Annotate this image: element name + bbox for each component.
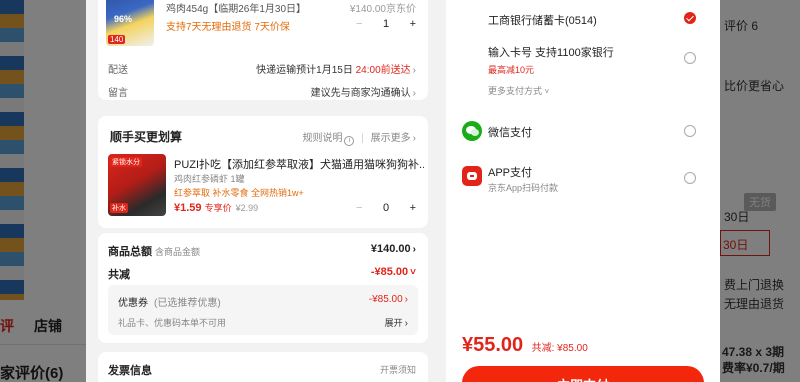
invoice-notice-link[interactable]: 开票须知 — [380, 363, 416, 376]
pay-option-sub: 最高减10元 — [488, 65, 535, 75]
coupon-sub: (已选推荐优惠) — [154, 298, 221, 309]
discount-value[interactable]: -¥85.00 ˅ — [371, 266, 416, 278]
addon-original-price: ¥2.99 — [235, 203, 259, 213]
addon-quantity-stepper: − 0 + — [356, 202, 416, 214]
message-placeholder: 建议先与商家沟通确认 — [310, 88, 411, 99]
discount-amount: -¥85.00 — [370, 266, 409, 278]
invoice-card[interactable]: 发票信息 开票须知 — [98, 352, 428, 382]
discount-label: 共减 — [108, 269, 130, 281]
radio-icon[interactable] — [684, 125, 696, 137]
addon-product-spec: 鸡肉红参磷虾 1罐 — [174, 174, 245, 184]
more-payment-methods[interactable]: 更多支付方式 ˅ — [488, 84, 549, 97]
pay-option-sub: 京东App扫码付款 — [488, 183, 559, 193]
order-panel: 96% 140 鸡肉454g【临期26年1月30日】 ¥140.00京东价 支持… — [86, 0, 446, 382]
chevron-down-icon: ˅ — [410, 267, 416, 278]
addon-image-label: 紧锁水分 — [110, 157, 142, 167]
chevron-right-icon: › — [404, 294, 408, 305]
delivery-value: 快递运输预计1月15日 — [256, 65, 353, 76]
chevron-right-icon: › — [412, 65, 416, 76]
info-icon[interactable]: i — [344, 136, 355, 146]
coupon-value[interactable]: -¥85.00 › — [369, 294, 408, 305]
quantity-stepper: − 1 + — [356, 16, 416, 32]
delivery-info[interactable]: 快递运输预计1月15日 24:00前送达 › — [256, 61, 416, 76]
message-field[interactable]: 建议先与商家沟通确认 › — [311, 84, 416, 99]
product-price-note: 京东价 — [386, 4, 416, 15]
delivery-label: 配送 — [108, 65, 128, 76]
more-payment-label: 更多支付方式 — [488, 86, 543, 96]
addon-price: ¥1.59 专享价 ¥2.99 — [174, 201, 258, 214]
coupon-note: 礼品卡、优惠码本单不可用 — [118, 318, 227, 328]
totals-card: 商品总额 含商品金额 ¥140.00 › 共减 -¥85.00 ˅ 优惠券 (已选推荐优… — [98, 233, 428, 343]
radio-icon[interactable] — [684, 172, 696, 184]
chevron-right-icon: › — [404, 318, 408, 329]
quantity-increase-button[interactable]: + — [410, 18, 416, 30]
addon-links: 规则说明 i | 展示更多 › — [302, 129, 416, 146]
addon-promo: 红参萃取 补水零食 全网热销1w+ — [174, 188, 304, 198]
product-spec: 鸡肉454g【临期26年1月30日】 — [166, 4, 307, 15]
pay-option-app[interactable]: APP支付 京东App扫码付款 — [462, 164, 706, 196]
chevron-right-icon: › — [412, 133, 416, 144]
addon-title: 顺手买更划算 — [110, 130, 183, 144]
addon-price-tag: 专享价 — [204, 203, 232, 213]
addon-increase-button[interactable]: + — [410, 202, 416, 214]
divider: | — [361, 133, 364, 144]
product-thumbnail[interactable]: 96% 140 — [106, 0, 154, 46]
addon-card: 顺手买更划算 规则说明 i | 展示更多 › 紧锁水分 补水 PUZI扑吃【添加红参… — [98, 116, 428, 228]
pay-option-wechat[interactable]: 微信支付 — [462, 122, 706, 142]
final-amount-value: ¥55.00 — [462, 334, 524, 356]
goods-total-sub: 含商品金额 — [155, 247, 201, 257]
coupon-amount: -¥85.00 — [368, 294, 403, 305]
pay-option-label: 微信支付 — [488, 127, 532, 139]
final-discount: 共减: ¥85.00 — [531, 343, 588, 354]
invoice-title: 发票信息 — [108, 365, 152, 377]
expand-button[interactable]: 展开 › — [385, 316, 408, 329]
addon-product-name[interactable]: PUZI扑吃【添加红参萃取液】犬猫通用猫咪狗狗补... — [174, 156, 424, 172]
pay-now-button[interactable]: 立即支付 — [462, 366, 704, 382]
addon-decrease-button[interactable]: − — [356, 202, 362, 214]
product-price-value: ¥140.00 — [349, 4, 386, 15]
payment-panel: 工商银行储蓄卡(0514) 输入卡号 支持1100家银行 最高减10元 更多支付… — [446, 0, 720, 382]
goods-total-value[interactable]: ¥140.00 › — [371, 243, 416, 255]
thumbnail-percent: 96% — [114, 14, 133, 24]
pay-option-card[interactable]: 输入卡号 支持1100家银行 最高减10元 — [462, 44, 706, 76]
radio-checked-icon[interactable] — [684, 12, 696, 24]
expand-label: 展开 — [384, 318, 403, 328]
product-card: 96% 140 鸡肉454g【临期26年1月30日】 ¥140.00京东价 支持… — [98, 0, 428, 100]
goods-total-amount: ¥140.00 — [370, 243, 411, 255]
goods-total-label: 商品总额 含商品金额 — [108, 243, 200, 259]
pay-option-label: 输入卡号 支持1100家银行 — [488, 47, 614, 59]
final-amount: ¥55.00 共减: ¥85.00 — [462, 334, 588, 357]
chevron-down-icon: ˅ — [544, 87, 550, 96]
delivery-deadline: 24:00前送达 — [355, 65, 411, 76]
addon-quantity-value[interactable]: 0 — [383, 202, 389, 214]
pay-option-label: APP支付 — [488, 167, 533, 179]
coupon-title: 优惠券 — [118, 298, 148, 309]
service-guarantee: 支持7天无理由退货 7天价保 — [166, 22, 290, 33]
coupon-label: 优惠券 (已选推荐优惠) — [118, 294, 221, 309]
addon-product-image[interactable]: 紧锁水分 补水 — [108, 154, 166, 216]
product-price: ¥140.00京东价 — [350, 0, 416, 15]
radio-icon[interactable] — [684, 52, 696, 64]
coupon-box: 优惠券 (已选推荐优惠) -¥85.00 › 礼品卡、优惠码本单不可用 展开 › — [108, 285, 418, 335]
pay-option-label: 工商银行储蓄卡(0514) — [488, 15, 597, 27]
goods-total-title: 商品总额 — [108, 246, 152, 258]
addon-price-value: ¥1.59 — [174, 202, 202, 214]
pay-option-icbc[interactable]: 工商银行储蓄卡(0514) — [462, 10, 706, 30]
quantity-value[interactable]: 1 — [383, 18, 389, 30]
rules-link[interactable]: 规则说明 — [302, 133, 342, 144]
chevron-right-icon: › — [412, 88, 416, 99]
addon-image-label-2: 补水 — [110, 203, 128, 213]
show-more-link[interactable]: 展示更多 — [371, 133, 411, 144]
chevron-right-icon: › — [412, 244, 416, 255]
message-label: 留言 — [108, 88, 128, 99]
thumbnail-price-tag: 140 — [108, 35, 126, 44]
quantity-decrease-button[interactable]: − — [356, 18, 362, 30]
